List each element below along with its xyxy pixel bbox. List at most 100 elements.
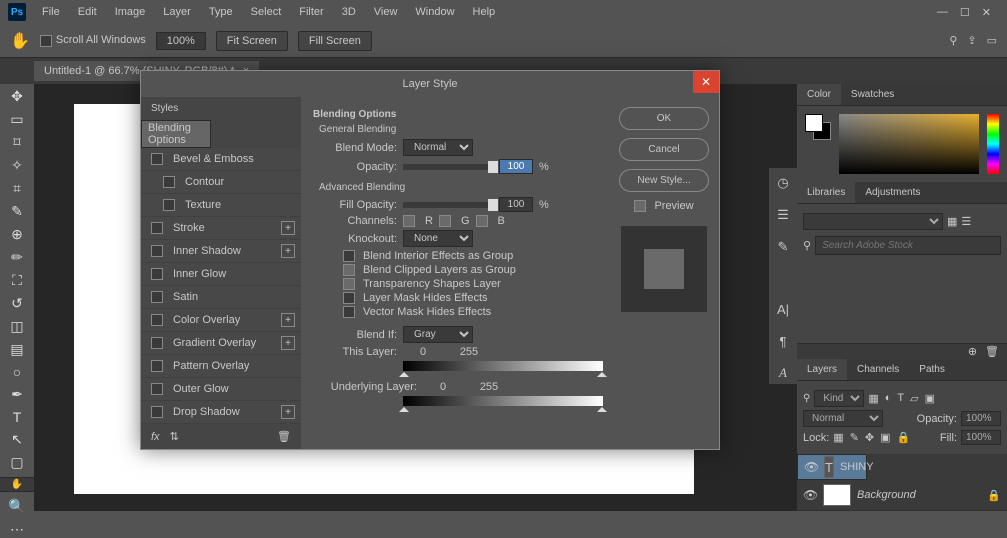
layer-item[interactable]: 👁 Background 🔒 bbox=[797, 480, 1007, 511]
lib-add-icon[interactable]: ⊕ bbox=[968, 345, 977, 358]
knockout-select[interactable]: None bbox=[403, 230, 473, 247]
opacity-value[interactable]: 100 bbox=[499, 159, 533, 174]
stock-search-input[interactable] bbox=[815, 236, 1001, 255]
layer-mask-checkbox[interactable] bbox=[343, 292, 355, 304]
fit-screen-button[interactable]: Fit Screen bbox=[216, 31, 288, 51]
type-tool[interactable]: T bbox=[5, 409, 29, 425]
history-icon[interactable]: ◷ bbox=[772, 172, 794, 194]
character-icon[interactable]: A| bbox=[772, 298, 794, 320]
menu-layer[interactable]: Layer bbox=[155, 3, 199, 21]
wand-tool[interactable]: ✧ bbox=[5, 157, 29, 174]
vector-mask-checkbox[interactable] bbox=[343, 306, 355, 318]
style-blending-options[interactable]: Blending Options bbox=[141, 120, 211, 148]
style-satin[interactable]: Satin bbox=[141, 286, 301, 309]
filter-smart-icon[interactable]: ▣ bbox=[925, 392, 935, 405]
menu-3d[interactable]: 3D bbox=[334, 3, 364, 21]
heal-tool[interactable]: ⊕ bbox=[5, 226, 29, 243]
opacity-input[interactable] bbox=[961, 411, 1001, 426]
zoom-input[interactable]: 100% bbox=[156, 32, 206, 50]
brush-tool[interactable]: ✏ bbox=[5, 249, 29, 266]
style-outer-glow[interactable]: Outer Glow bbox=[141, 378, 301, 401]
libraries-tab[interactable]: Libraries bbox=[797, 182, 855, 203]
shape-tool[interactable]: ▢ bbox=[5, 454, 29, 471]
move-tool[interactable]: ✥ bbox=[5, 88, 29, 105]
filter-shape-icon[interactable]: ▱ bbox=[910, 392, 918, 405]
layer-name[interactable]: Background bbox=[857, 489, 916, 501]
style-bevel[interactable]: Bevel & Emboss bbox=[141, 148, 301, 171]
cancel-button[interactable]: Cancel bbox=[619, 138, 709, 161]
eyedropper-tool[interactable]: ✎ bbox=[5, 203, 29, 220]
workspace-icon[interactable]: ▭ bbox=[987, 34, 997, 47]
adjustments-tab[interactable]: Adjustments bbox=[855, 182, 930, 203]
menu-window[interactable]: Window bbox=[407, 3, 462, 21]
hue-slider[interactable] bbox=[987, 114, 999, 174]
dialog-titlebar[interactable]: Layer Style ✕ bbox=[141, 71, 719, 97]
blend-clipped-checkbox[interactable] bbox=[343, 264, 355, 276]
more-tools[interactable]: ⋯ bbox=[5, 521, 29, 538]
path-tool[interactable]: ↖ bbox=[5, 431, 29, 448]
pen-tool[interactable]: ✒ bbox=[5, 386, 29, 403]
library-select[interactable] bbox=[803, 213, 943, 230]
plus-icon[interactable]: + bbox=[281, 336, 295, 350]
crop-tool[interactable]: ⌗ bbox=[5, 180, 29, 197]
channel-r-checkbox[interactable] bbox=[403, 215, 415, 227]
marquee-tool[interactable]: ▭ bbox=[5, 111, 29, 128]
layers-tab[interactable]: Layers bbox=[797, 359, 847, 380]
share-icon[interactable]: ⇪ bbox=[967, 34, 976, 47]
scroll-all-checkbox[interactable]: Scroll All Windows bbox=[40, 34, 146, 46]
list-view-icon[interactable]: ☰ bbox=[961, 215, 971, 228]
this-layer-slider[interactable] bbox=[403, 361, 603, 371]
visibility-icon[interactable]: 👁 bbox=[804, 460, 818, 474]
transparency-shapes-checkbox[interactable] bbox=[343, 278, 355, 290]
filter-adjust-icon[interactable]: ◐ bbox=[885, 392, 892, 405]
new-style-button[interactable]: New Style... bbox=[619, 169, 709, 192]
style-inner-shadow[interactable]: Inner Shadow+ bbox=[141, 240, 301, 263]
blur-tool[interactable]: ○ bbox=[5, 364, 29, 380]
blend-interior-checkbox[interactable] bbox=[343, 250, 355, 262]
style-pattern-overlay[interactable]: Pattern Overlay bbox=[141, 355, 301, 378]
menu-select[interactable]: Select bbox=[243, 3, 290, 21]
fill-screen-button[interactable]: Fill Screen bbox=[298, 31, 372, 51]
lasso-tool[interactable]: ⌑ bbox=[5, 134, 29, 151]
dialog-close-button[interactable]: ✕ bbox=[693, 71, 719, 93]
menu-type[interactable]: Type bbox=[201, 3, 241, 21]
menu-help[interactable]: Help bbox=[465, 3, 504, 21]
grid-view-icon[interactable]: ▦ bbox=[947, 215, 957, 228]
color-tab[interactable]: Color bbox=[797, 84, 841, 105]
plus-icon[interactable]: + bbox=[281, 244, 295, 258]
style-drop-shadow[interactable]: Drop Shadow+ bbox=[141, 401, 301, 424]
blend-mode-select[interactable]: Normal bbox=[403, 139, 473, 156]
channels-tab[interactable]: Channels bbox=[847, 359, 909, 380]
brush-panel-icon[interactable]: ✎ bbox=[772, 236, 794, 258]
channel-b-checkbox[interactable] bbox=[476, 215, 488, 227]
trash-icon[interactable]: 🗑 bbox=[277, 430, 291, 443]
swatches-tab[interactable]: Swatches bbox=[841, 84, 904, 105]
fill-slider[interactable] bbox=[403, 202, 493, 208]
zoom-tool[interactable]: 🔍 bbox=[5, 498, 29, 515]
plus-icon[interactable]: + bbox=[281, 405, 295, 419]
lock-all-icon[interactable]: 🔒 bbox=[897, 431, 911, 444]
style-gradient-overlay[interactable]: Gradient Overlay+ bbox=[141, 332, 301, 355]
menu-edit[interactable]: Edit bbox=[70, 3, 105, 21]
maximize-icon[interactable]: ☐ bbox=[960, 6, 970, 19]
fill-input[interactable] bbox=[961, 430, 1001, 445]
close-icon[interactable]: ✕ bbox=[982, 6, 991, 19]
filter-pixel-icon[interactable]: ▦ bbox=[868, 392, 878, 405]
layer-item[interactable]: 👁 T SHINY bbox=[797, 454, 867, 480]
color-picker[interactable] bbox=[839, 114, 979, 174]
style-texture[interactable]: Texture bbox=[141, 194, 301, 217]
menu-filter[interactable]: Filter bbox=[291, 3, 331, 21]
blendif-select[interactable]: Gray bbox=[403, 326, 473, 343]
fx-icon[interactable]: fx bbox=[151, 431, 160, 443]
stamp-tool[interactable]: ⛶ bbox=[5, 272, 29, 289]
lib-trash-icon[interactable]: 🗑 bbox=[985, 345, 999, 358]
search-icon[interactable]: ⚲ bbox=[949, 34, 957, 47]
style-contour[interactable]: Contour bbox=[141, 171, 301, 194]
visibility-icon[interactable]: 👁 bbox=[803, 488, 817, 502]
kind-filter[interactable]: Kind bbox=[814, 390, 864, 407]
up-down-icon[interactable]: ⇅ bbox=[170, 430, 179, 443]
style-stroke[interactable]: Stroke+ bbox=[141, 217, 301, 240]
plus-icon[interactable]: + bbox=[281, 221, 295, 235]
lock-artboard-icon[interactable]: ▣ bbox=[880, 431, 890, 444]
lock-position-icon[interactable]: ✎ bbox=[850, 431, 859, 444]
